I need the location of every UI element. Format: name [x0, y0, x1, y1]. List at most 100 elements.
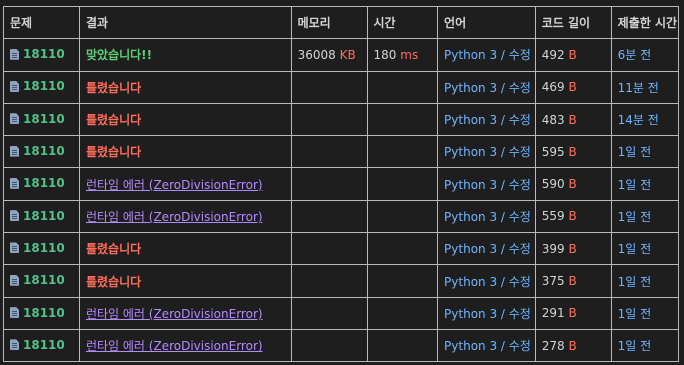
problem-link[interactable]: 18110	[10, 338, 65, 352]
language-link[interactable]: Python 3 / 수정	[444, 210, 531, 224]
header-time: 시간	[366, 5, 439, 40]
problem-link[interactable]: 18110	[10, 112, 65, 126]
result-text[interactable]: 런타임 에러 (ZeroDivisionError)	[86, 210, 263, 224]
problem-link[interactable]: 18110	[10, 144, 65, 158]
problem-link[interactable]: 18110	[10, 273, 65, 287]
memory-unit: KB	[339, 47, 356, 62]
document-icon	[10, 274, 19, 286]
code-length-value: 291	[541, 306, 565, 321]
submitted-time-link[interactable]: 1일 전	[618, 307, 652, 321]
problem-id[interactable]: 18110	[23, 79, 65, 93]
problem-id[interactable]: 18110	[23, 176, 65, 190]
cell-memory	[290, 70, 368, 104]
cell-problem: 18110	[3, 232, 80, 266]
cell-problem: 18110	[3, 199, 80, 234]
cell-code-length: 492 B	[534, 38, 612, 72]
cell-submitted: 1일 전	[610, 264, 680, 298]
result-text[interactable]: 런타임 에러 (ZeroDivisionError)	[86, 178, 263, 192]
cell-time	[366, 70, 439, 104]
table-row: 18110 틀렸습니다 Python 3 / 수정 375 B 1일 전	[3, 264, 680, 298]
table-row: 18110 런타임 에러 (ZeroDivisionError) Python 3…	[3, 199, 680, 234]
language-link[interactable]: Python 3 / 수정	[444, 178, 531, 192]
cell-submitted: 1일 전	[610, 199, 680, 234]
cell-code-length: 375 B	[534, 264, 612, 298]
language-link[interactable]: Python 3 / 수정	[444, 307, 531, 321]
cell-memory: 36008 KB	[290, 38, 368, 72]
result-text: 틀렸습니다	[85, 274, 142, 289]
cell-result: 런타임 에러 (ZeroDivisionError)	[78, 199, 292, 234]
cell-problem: 18110	[3, 135, 80, 169]
submitted-time-link[interactable]: 11분 전	[618, 81, 659, 95]
problem-link[interactable]: 18110	[10, 241, 65, 255]
cell-time	[366, 102, 439, 137]
language-link[interactable]: Python 3 / 수정	[444, 113, 531, 127]
cell-language: Python 3 / 수정	[437, 232, 536, 266]
cell-submitted: 1일 전	[610, 328, 680, 363]
cell-memory	[290, 328, 368, 363]
cell-code-length: 483 B	[534, 102, 612, 137]
problem-link[interactable]: 18110	[10, 209, 65, 223]
result-text[interactable]: 런타임 에러 (ZeroDivisionError)	[86, 339, 263, 353]
cell-time	[366, 296, 439, 330]
cell-memory	[290, 296, 368, 330]
code-length-unit: B	[568, 274, 577, 289]
cell-memory	[290, 199, 368, 234]
problem-id[interactable]: 18110	[23, 144, 65, 158]
cell-submitted: 1일 전	[610, 167, 680, 201]
submitted-time-link[interactable]: 1일 전	[618, 339, 652, 353]
code-length-unit: B	[568, 80, 577, 95]
language-link[interactable]: Python 3 / 수정	[444, 339, 531, 353]
problem-id[interactable]: 18110	[23, 47, 65, 61]
problem-id[interactable]: 18110	[23, 112, 65, 126]
document-icon	[10, 339, 19, 351]
cell-submitted: 1일 전	[610, 232, 680, 266]
language-link[interactable]: Python 3 / 수정	[444, 145, 531, 159]
cell-time	[366, 167, 439, 201]
problem-id[interactable]: 18110	[23, 338, 65, 352]
submitted-time-link[interactable]: 1일 전	[618, 275, 652, 289]
document-icon	[10, 145, 19, 157]
code-length-value: 375	[541, 274, 565, 289]
submitted-time-link[interactable]: 1일 전	[618, 178, 652, 192]
cell-problem: 18110	[3, 38, 80, 72]
cell-result: 틀렸습니다	[78, 232, 292, 266]
problem-id[interactable]: 18110	[23, 273, 65, 287]
table-row: 18110 런타임 에러 (ZeroDivisionError) Python 3…	[3, 296, 680, 330]
cell-result: 런타임 에러 (ZeroDivisionError)	[78, 328, 292, 363]
submitted-time-link[interactable]: 1일 전	[618, 242, 652, 256]
result-text[interactable]: 런타임 에러 (ZeroDivisionError)	[86, 307, 263, 321]
result-text: 틀렸습니다	[85, 242, 142, 257]
code-length-value: 595	[541, 144, 565, 159]
cell-memory	[290, 232, 368, 266]
memory-value: 36008	[297, 47, 336, 62]
table-header-row: 문제 결과 메모리 시간 언어 코드 길이 제출한 시간	[3, 5, 680, 40]
cell-time	[366, 264, 439, 298]
cell-result: 맞았습니다!!	[78, 38, 292, 72]
problem-id[interactable]: 18110	[23, 241, 65, 255]
code-length-unit: B	[568, 209, 577, 224]
code-length-unit: B	[568, 306, 577, 321]
cell-memory	[290, 264, 368, 298]
language-link[interactable]: Python 3 / 수정	[444, 48, 531, 62]
problem-id[interactable]: 18110	[23, 306, 65, 320]
language-link[interactable]: Python 3 / 수정	[444, 275, 531, 289]
cell-problem: 18110	[3, 70, 80, 104]
table-row: 18110 맞았습니다!! 36008 KB 180 ms Python 3 / 수정 4…	[3, 38, 680, 72]
cell-submitted: 6분 전	[610, 38, 680, 72]
problem-id[interactable]: 18110	[23, 209, 65, 223]
problem-link[interactable]: 18110	[10, 47, 65, 61]
submitted-time-link[interactable]: 6분 전	[618, 48, 652, 62]
document-icon	[10, 80, 19, 92]
problem-link[interactable]: 18110	[10, 306, 65, 320]
time-value: 180	[373, 47, 397, 62]
submitted-time-link[interactable]: 1일 전	[618, 210, 652, 224]
problem-link[interactable]: 18110	[10, 79, 65, 93]
submitted-time-link[interactable]: 14분 전	[618, 113, 659, 127]
cell-language: Python 3 / 수정	[437, 70, 536, 104]
code-length-value: 469	[541, 80, 565, 95]
language-link[interactable]: Python 3 / 수정	[444, 81, 531, 95]
document-icon	[10, 210, 19, 222]
problem-link[interactable]: 18110	[10, 176, 65, 190]
language-link[interactable]: Python 3 / 수정	[444, 242, 531, 256]
submitted-time-link[interactable]: 1일 전	[618, 145, 652, 159]
